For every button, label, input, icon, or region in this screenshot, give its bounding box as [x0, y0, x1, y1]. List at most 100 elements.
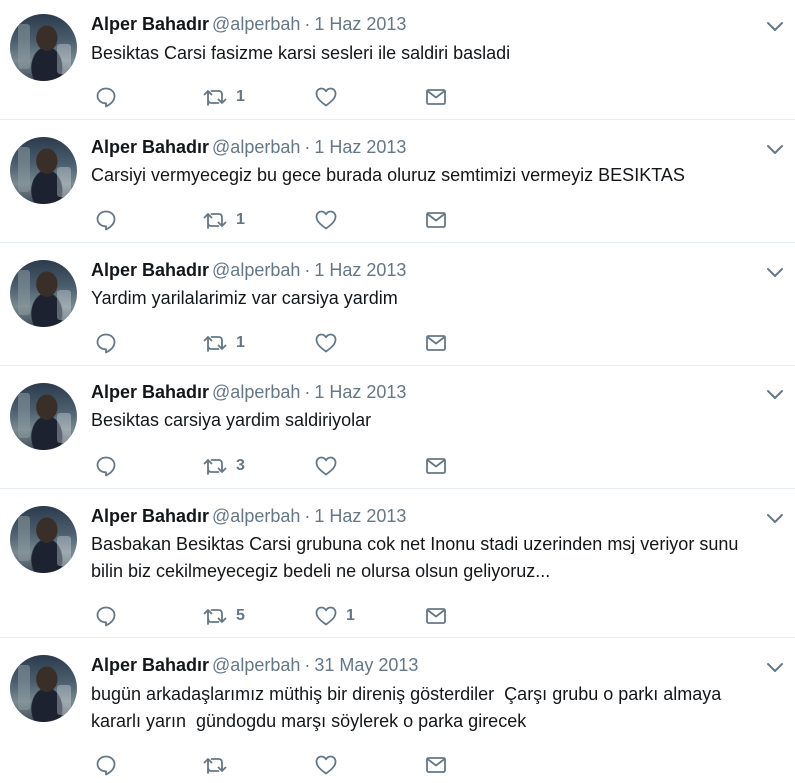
- reply-button[interactable]: [94, 330, 118, 356]
- tweet-text: Yardim yarilalarimiz var carsiya yardim: [91, 288, 398, 308]
- message-button[interactable]: [424, 453, 448, 479]
- reply-icon: [96, 210, 116, 231]
- tweet[interactable]: Alper Bahadır @alperbah · 1 Haz 2013 Carsiy…: [0, 121, 795, 243]
- like-icon: [315, 606, 337, 626]
- reply-icon: [96, 606, 116, 627]
- separator: ·: [304, 506, 311, 526]
- chevron-down-icon[interactable]: [764, 507, 786, 529]
- tweet-text: bugün arkadaşlarımız müthiş bir direniş …: [91, 684, 722, 731]
- tweet-date[interactable]: 31 May 2013: [314, 655, 418, 675]
- like-button[interactable]: [314, 84, 346, 110]
- like-icon: [315, 210, 337, 230]
- user-handle[interactable]: @alperbah: [212, 506, 300, 526]
- tweet-header: Alper Bahadır @alperbah · 1 Haz 2013: [91, 504, 406, 528]
- user-handle[interactable]: @alperbah: [212, 655, 300, 675]
- message-button[interactable]: [424, 752, 448, 778]
- reply-icon: [96, 755, 116, 776]
- avatar[interactable]: [10, 506, 77, 573]
- tweet-header: Alper Bahadır @alperbah · 1 Haz 2013: [91, 380, 406, 404]
- tweet-header: Alper Bahadır @alperbah · 1 Haz 2013: [91, 12, 406, 36]
- reply-button[interactable]: [94, 207, 118, 233]
- user-name[interactable]: Alper Bahadır: [91, 655, 209, 675]
- tweet-date[interactable]: 1 Haz 2013: [314, 137, 406, 157]
- tweet[interactable]: Alper Bahadır @alperbah · 1 Haz 2013 Yardim…: [0, 244, 795, 366]
- like-count: 1: [346, 607, 355, 624]
- message-icon: [426, 212, 446, 228]
- separator: ·: [304, 260, 311, 280]
- like-icon: [315, 333, 337, 353]
- tweet-header: Alper Bahadır @alperbah · 1 Haz 2013: [91, 258, 406, 282]
- separator: ·: [304, 382, 311, 402]
- like-button[interactable]: 1: [314, 603, 355, 629]
- avatar[interactable]: [10, 14, 77, 81]
- like-button[interactable]: [314, 453, 346, 479]
- avatar[interactable]: [10, 383, 77, 450]
- user-handle[interactable]: @alperbah: [212, 382, 300, 402]
- like-button[interactable]: [314, 752, 346, 778]
- chevron-down-icon[interactable]: [764, 15, 786, 37]
- retweet-count: 3: [236, 457, 245, 474]
- tweet-text: Besiktas carsiya yardim saldiriyolar: [91, 410, 372, 430]
- reply-button[interactable]: [94, 752, 118, 778]
- tweet[interactable]: Alper Bahadır @alperbah · 31 May 2013 bugün…: [0, 639, 795, 783]
- tweet-date[interactable]: 1 Haz 2013: [314, 260, 406, 280]
- separator: ·: [304, 14, 311, 34]
- like-icon: [315, 87, 337, 107]
- chevron-down-icon[interactable]: [764, 383, 786, 405]
- user-handle[interactable]: @alperbah: [212, 260, 300, 280]
- retweet-button[interactable]: 1: [202, 207, 245, 233]
- message-button[interactable]: [424, 84, 448, 110]
- message-icon: [426, 458, 446, 474]
- retweet-count: 1: [236, 334, 245, 351]
- reply-button[interactable]: [94, 84, 118, 110]
- message-button[interactable]: [424, 330, 448, 356]
- tweet[interactable]: Alper Bahadır @alperbah · 1 Haz 2013 Besikt…: [0, 367, 795, 489]
- user-handle[interactable]: @alperbah: [212, 14, 300, 34]
- tweet-header: Alper Bahadır @alperbah · 1 Haz 2013: [91, 135, 406, 159]
- avatar[interactable]: [10, 655, 77, 722]
- tweet-date[interactable]: 1 Haz 2013: [314, 506, 406, 526]
- retweet-button[interactable]: 1: [202, 330, 245, 356]
- reply-icon: [96, 333, 116, 354]
- reply-icon: [96, 87, 116, 108]
- user-name[interactable]: Alper Bahadır: [91, 137, 209, 157]
- retweet-icon: [203, 758, 227, 774]
- chevron-down-icon[interactable]: [764, 656, 786, 678]
- retweet-count: 5: [236, 607, 245, 624]
- tweet[interactable]: Alper Bahadır @alperbah · 1 Haz 2013 Basbak…: [0, 490, 795, 638]
- retweet-button[interactable]: 5: [202, 603, 245, 629]
- retweet-button[interactable]: [202, 752, 236, 778]
- like-button[interactable]: [314, 330, 346, 356]
- retweet-icon: [203, 336, 227, 352]
- user-handle[interactable]: @alperbah: [212, 137, 300, 157]
- user-name[interactable]: Alper Bahadır: [91, 14, 209, 34]
- avatar[interactable]: [10, 137, 77, 204]
- retweet-button[interactable]: 3: [202, 453, 245, 479]
- retweet-icon: [203, 213, 227, 229]
- user-name[interactable]: Alper Bahadır: [91, 382, 209, 402]
- message-icon: [426, 608, 446, 624]
- tweet-text: Basbakan Besiktas Carsi grubuna cok net …: [91, 534, 739, 581]
- message-icon: [426, 89, 446, 105]
- retweet-icon: [203, 609, 227, 625]
- message-icon: [426, 335, 446, 351]
- chevron-down-icon[interactable]: [764, 261, 786, 283]
- user-name[interactable]: Alper Bahadır: [91, 506, 209, 526]
- reply-button[interactable]: [94, 453, 118, 479]
- like-button[interactable]: [314, 207, 346, 233]
- message-button[interactable]: [424, 603, 448, 629]
- retweet-icon: [203, 459, 227, 475]
- retweet-button[interactable]: 1: [202, 84, 245, 110]
- reply-icon: [96, 456, 116, 477]
- timeline: Alper Bahadır @alperbah · 1 Haz 2013 Besikt…: [0, 0, 795, 783]
- tweet-date[interactable]: 1 Haz 2013: [314, 14, 406, 34]
- retweet-icon: [203, 90, 227, 106]
- reply-button[interactable]: [94, 603, 118, 629]
- avatar[interactable]: [10, 260, 77, 327]
- tweet-date[interactable]: 1 Haz 2013: [314, 382, 406, 402]
- chevron-down-icon[interactable]: [764, 138, 786, 160]
- user-name[interactable]: Alper Bahadır: [91, 260, 209, 280]
- message-button[interactable]: [424, 207, 448, 233]
- retweet-count: 1: [236, 88, 245, 105]
- tweet[interactable]: Alper Bahadır @alperbah · 1 Haz 2013 Besikt…: [0, 0, 795, 120]
